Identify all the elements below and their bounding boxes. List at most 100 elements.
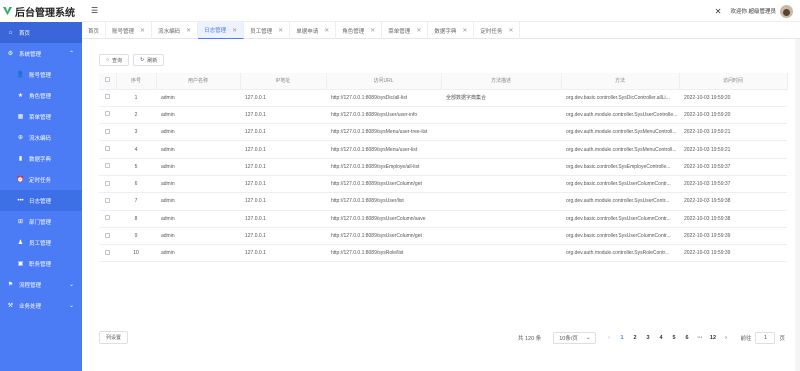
sidebar-item-8[interactable]: ♟ 员工管理 (0, 232, 82, 253)
table-row[interactable]: 8 admin 127.0.0.1 http://127.0.0.1:8089/sys… (99, 210, 787, 228)
sidebar-menu: ⌂ 首页 ⚙ 系统管理 ⌃ 👤 账号管理 ★ 角色管理 ▦ 菜单管理 ⊕ 流水编码 ▮ 数据字典 ⏰… (0, 22, 82, 316)
table-row[interactable]: 3 admin 127.0.0.1 http://127.0.0.1:8089/sys… (99, 123, 787, 142)
tab-close-icon[interactable]: ✕ (232, 27, 237, 34)
user-area: ✕ 欢迎你 超级管理员 (715, 0, 800, 22)
tab-4[interactable]: 员工管理 ✕ (244, 22, 291, 39)
sidebar-item-9[interactable]: ▣ 职务管理 (0, 253, 82, 274)
tab-bar: 首页 账号管理 ✕ 流水编码 ✕ 日志管理 ✕ 员工管理 ✕ 单据申请 ✕ 角色管理 ✕ 菜单管理 ✕ 数据字… (82, 22, 800, 39)
sidebar-item-home[interactable]: ⌂ 首页 (0, 22, 82, 43)
sidebar-item-5[interactable]: ⏰ 定时任务 (0, 169, 82, 190)
tab-7[interactable]: 菜单管理 ✕ (382, 22, 429, 39)
tab-close-icon[interactable]: ✕ (462, 27, 467, 34)
table-cell: http://127.0.0.1:8089/sysUser/user-info (326, 106, 441, 125)
table-cell: 2022-10-03 19:59:37 (679, 158, 787, 176)
tab-close-icon[interactable]: ✕ (278, 27, 283, 34)
tab-9[interactable]: 定时任务 ✕ (474, 22, 521, 39)
table-cell (441, 158, 561, 176)
row-checkbox[interactable] (105, 232, 110, 238)
sidebar-item-7[interactable]: ⊞ 部门管理 (0, 211, 82, 232)
tab-6[interactable]: 角色管理 ✕ (336, 22, 383, 39)
tab-0[interactable]: 首页 (82, 22, 107, 39)
goto-label: 前往 (740, 335, 752, 342)
page-button[interactable]: 3 (641, 331, 654, 344)
sidebar-item-0[interactable]: 👤 账号管理 (0, 64, 82, 85)
table-row[interactable]: 10 admin 127.0.0.1 http://127.0.0.1:8089/sy… (99, 244, 787, 263)
row-checkbox[interactable] (105, 128, 110, 134)
sidebar-item-label: 账号管理 (29, 72, 52, 79)
chevron-down-icon: ⌄ (585, 334, 591, 341)
close-icon[interactable]: ✕ (715, 7, 722, 16)
table-cell: 2022-10-03 19:59:21 (679, 123, 787, 142)
table-row[interactable]: 2 admin 127.0.0.1 http://127.0.0.1:8089/sys… (99, 106, 787, 125)
scrollbar[interactable] (795, 39, 800, 371)
sidebar-group-process[interactable]: ⚑ 流程管理 ⌄ (0, 274, 82, 295)
sidebar-item-3[interactable]: ⊕ 流水编码 (0, 127, 82, 148)
row-checkbox[interactable] (105, 249, 110, 255)
table-cell (441, 244, 561, 263)
chevron-up-icon: ⌃ (68, 51, 74, 57)
tab-close-icon[interactable]: ✕ (324, 27, 329, 34)
tab-1[interactable]: 账号管理 ✕ (106, 22, 153, 39)
sidebar-group-business[interactable]: ⚒ 业务处理 ⌄ (0, 295, 82, 316)
table-row[interactable]: 7 admin 127.0.0.1 http://127.0.0.1:8089/sys… (99, 192, 787, 211)
sidebar-item-4[interactable]: ▮ 数据字典 (0, 148, 82, 169)
row-checkbox[interactable] (105, 111, 110, 117)
tab-8[interactable]: 数据字典 ✕ (428, 22, 475, 39)
row-checkbox[interactable] (105, 215, 110, 221)
tab-close-icon[interactable]: ✕ (508, 27, 513, 34)
prev-page-button[interactable]: ‹ (602, 331, 615, 344)
tab-close-icon[interactable]: ✕ (186, 27, 191, 34)
tab-close-icon[interactable]: ✕ (416, 27, 421, 34)
sidebar-item-1[interactable]: ★ 角色管理 (0, 85, 82, 106)
page-unit: 页 (779, 335, 785, 342)
page-button[interactable]: ··· (693, 331, 706, 344)
page-button[interactable]: 5 (667, 331, 680, 344)
toolbar: ○ 查询 ↻ 刷新 (99, 54, 165, 66)
tab-2[interactable]: 流水编码 ✕ (152, 22, 199, 39)
refresh-button[interactable]: ↻ 刷新 (133, 54, 165, 66)
sidebar-group-system[interactable]: ⚙ 系统管理 ⌃ (0, 43, 82, 64)
tab-close-icon[interactable]: ✕ (140, 27, 145, 34)
row-select-cell (99, 89, 116, 107)
goto-page-input[interactable]: 1 (755, 331, 776, 344)
sidebar-item-6[interactable]: ••• 日志管理 (0, 190, 82, 211)
page-button[interactable]: 2 (628, 331, 641, 344)
table-row[interactable]: 6 admin 127.0.0.1 http://127.0.0.1:8089/sys… (99, 175, 787, 194)
welcome-text[interactable]: 欢迎你 超级管理员 (730, 7, 776, 15)
row-checkbox[interactable] (105, 94, 110, 100)
collapse-menu-icon[interactable]: ☰ (91, 6, 101, 15)
table-cell: 127.0.0.1 (240, 244, 326, 263)
page-button[interactable]: 12 (706, 331, 719, 344)
sidebar-group-label: 流程管理 (19, 282, 42, 289)
table-cell: admin (156, 89, 240, 107)
sidebar-item-2[interactable]: ▦ 菜单管理 (0, 106, 82, 127)
table-row[interactable]: 4 admin 127.0.0.1 http://127.0.0.1:8089/sys… (99, 140, 787, 159)
row-checkbox[interactable] (105, 180, 110, 186)
tab-label: 账号管理 (112, 28, 135, 35)
tab-5[interactable]: 单据申请 ✕ (290, 22, 337, 39)
table-cell: 127.0.0.1 (240, 89, 326, 107)
table-cell: admin (156, 244, 240, 263)
table-row[interactable]: 5 admin 127.0.0.1 http://127.0.0.1:8089/sys… (99, 158, 787, 176)
column-settings-button[interactable]: 列设置 (99, 331, 129, 344)
page-button[interactable]: 4 (654, 331, 667, 344)
goto-value: 1 (763, 334, 768, 341)
select-all-checkbox[interactable] (104, 77, 110, 83)
row-checkbox[interactable] (105, 197, 110, 203)
row-checkbox[interactable] (105, 146, 110, 152)
row-select-cell (99, 227, 116, 246)
table-cell: 10 (116, 244, 156, 263)
tab-3[interactable]: 日志管理 ✕ (198, 22, 245, 39)
page-button[interactable]: 6 (680, 331, 693, 344)
avatar[interactable] (780, 4, 793, 18)
next-page-button[interactable]: › (719, 331, 732, 344)
page-button[interactable]: 1 (615, 331, 628, 344)
query-button[interactable]: ○ 查询 (99, 54, 130, 66)
page-size-select[interactable]: 10条/页 ⌄ (553, 331, 597, 344)
table-row[interactable]: 9 admin 127.0.0.1 http://127.0.0.1:8089/sys… (99, 227, 787, 246)
log-table: 序号 用户名称 IP地址 访问URL 方法描述 方法 访问时间 1 admin 127.0.0.… (99, 73, 788, 263)
table-row[interactable]: 1 admin 127.0.0.1 http://127.0.0.1:8089/sys… (99, 89, 787, 107)
row-checkbox[interactable] (105, 163, 110, 169)
sidebar-item-label: 角色管理 (29, 93, 52, 100)
tab-close-icon[interactable]: ✕ (370, 27, 375, 34)
